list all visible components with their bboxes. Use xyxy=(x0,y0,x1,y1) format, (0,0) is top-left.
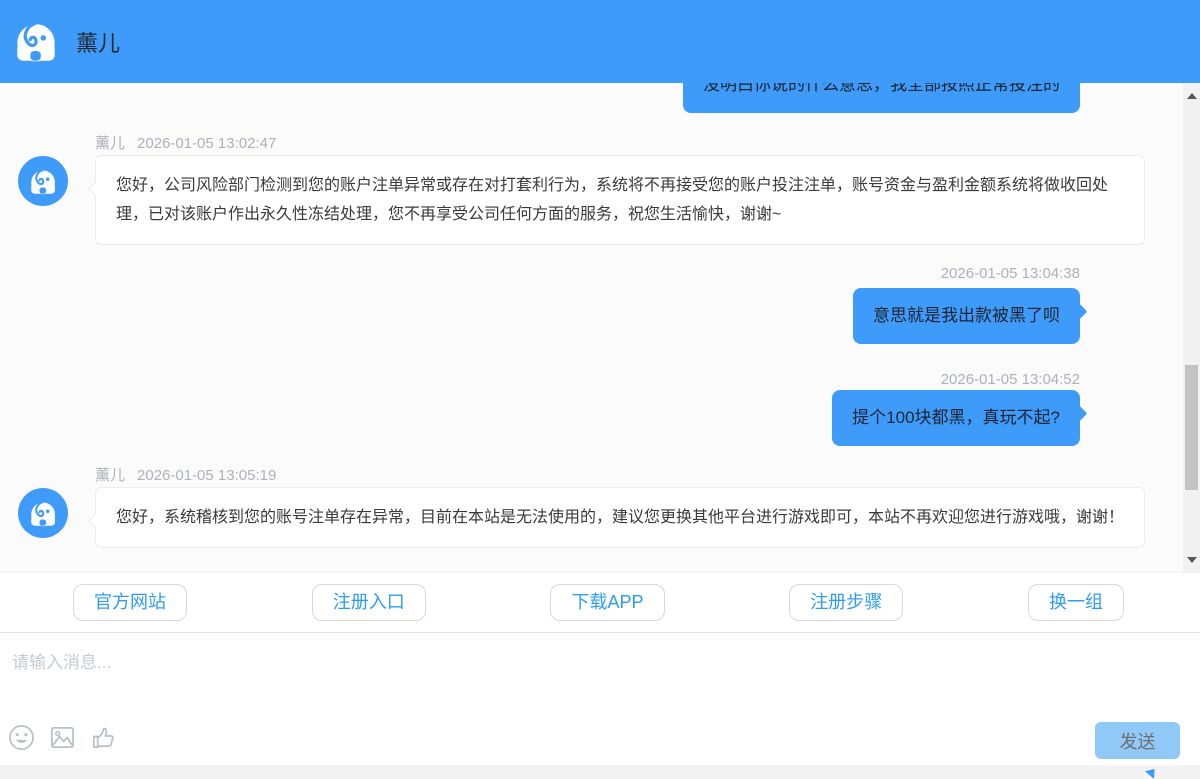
bubble-tail xyxy=(1072,304,1088,320)
message-text: 您好，公司风险部门检测到您的账户注单异常或存在对打套利行为，系统将不再接受您的账… xyxy=(116,177,1108,223)
chat-window: 薰儿 没明白你说的什么意思，我全部按照正常投注的 薰儿 2026-01-05 13… xyxy=(0,0,1200,779)
scrollbar-thumb[interactable] xyxy=(1185,365,1198,490)
composer-toolbar xyxy=(8,724,117,751)
message-time: 2026-01-05 13:04:52 xyxy=(941,371,1080,388)
message-text: 提个100块都黑，真玩不起? xyxy=(852,408,1060,427)
sender-name: 薰儿 xyxy=(95,135,125,152)
quick-reply-change-set[interactable]: 换一组 xyxy=(1028,584,1124,621)
message-text: 您好，系统稽核到您的账号注单存在异常，目前在本站是无法使用的，建议您更换其他平台… xyxy=(116,509,1124,526)
message-list[interactable]: 没明白你说的什么意思，我全部按照正常投注的 薰儿 2026-01-05 13:02… xyxy=(0,83,1200,572)
message-time: 2026-01-05 13:02:47 xyxy=(137,135,276,152)
message-time: 2026-01-05 13:05:19 xyxy=(137,467,276,484)
message-bubble-incoming: 您好，公司风险部门检测到您的账户注单异常或存在对打套利行为，系统将不再接受您的账… xyxy=(95,155,1145,245)
message-meta: 薰儿 2026-01-05 13:02:47 xyxy=(95,132,276,153)
composer: 发送 xyxy=(0,634,1200,765)
bubble-tail xyxy=(88,514,102,528)
agent-avatar xyxy=(18,488,68,538)
quick-reply-bar: 官方网站 注册入口 下载APP 注册步骤 换一组 xyxy=(0,572,1200,633)
message-meta: 2026-01-05 13:04:52 xyxy=(941,371,1080,388)
agent-avatar xyxy=(18,156,68,206)
emoji-icon[interactable] xyxy=(8,724,35,751)
message-text: 没明白你说的什么意思，我全部按照正常投注的 xyxy=(703,83,1060,94)
chat-scrollbar[interactable] xyxy=(1183,83,1200,572)
bottom-strip xyxy=(0,765,1200,779)
message-bubble-outgoing: 意思就是我出款被黑了呗 xyxy=(853,288,1080,344)
message-text: 意思就是我出款被黑了呗 xyxy=(873,306,1060,325)
message-bubble-incoming: 您好，系统稽核到您的账号注单存在异常，目前在本站是无法使用的，建议您更换其他平台… xyxy=(95,487,1145,548)
message-bubble-outgoing: 提个100块都黑，真玩不起? xyxy=(832,390,1080,446)
sender-name: 薰儿 xyxy=(95,467,125,484)
message-meta: 薰儿 2026-01-05 13:05:19 xyxy=(95,464,276,485)
chat-header: 薰儿 xyxy=(0,0,1200,83)
message-time: 2026-01-05 13:04:38 xyxy=(941,265,1080,282)
quick-reply-official-site[interactable]: 官方网站 xyxy=(73,584,187,621)
quick-reply-download-app[interactable]: 下载APP xyxy=(550,584,664,621)
bubble-tail xyxy=(1072,406,1088,422)
quick-reply-register-entry[interactable]: 注册入口 xyxy=(312,584,426,621)
elephant-logo-icon xyxy=(10,16,62,68)
bubble-tail xyxy=(88,182,102,196)
message-meta: 2026-01-05 13:04:38 xyxy=(941,265,1080,282)
quick-reply-register-steps[interactable]: 注册步骤 xyxy=(789,584,903,621)
send-button[interactable]: 发送 xyxy=(1095,722,1180,759)
scroll-up-icon[interactable] xyxy=(1183,87,1200,104)
thumbs-up-icon[interactable] xyxy=(90,724,117,751)
agent-name-title: 薰儿 xyxy=(76,26,120,58)
scroll-down-icon[interactable] xyxy=(1183,551,1200,568)
message-bubble-outgoing: 没明白你说的什么意思，我全部按照正常投注的 xyxy=(683,83,1080,113)
image-icon[interactable] xyxy=(49,724,76,751)
message-input[interactable] xyxy=(0,634,1080,714)
